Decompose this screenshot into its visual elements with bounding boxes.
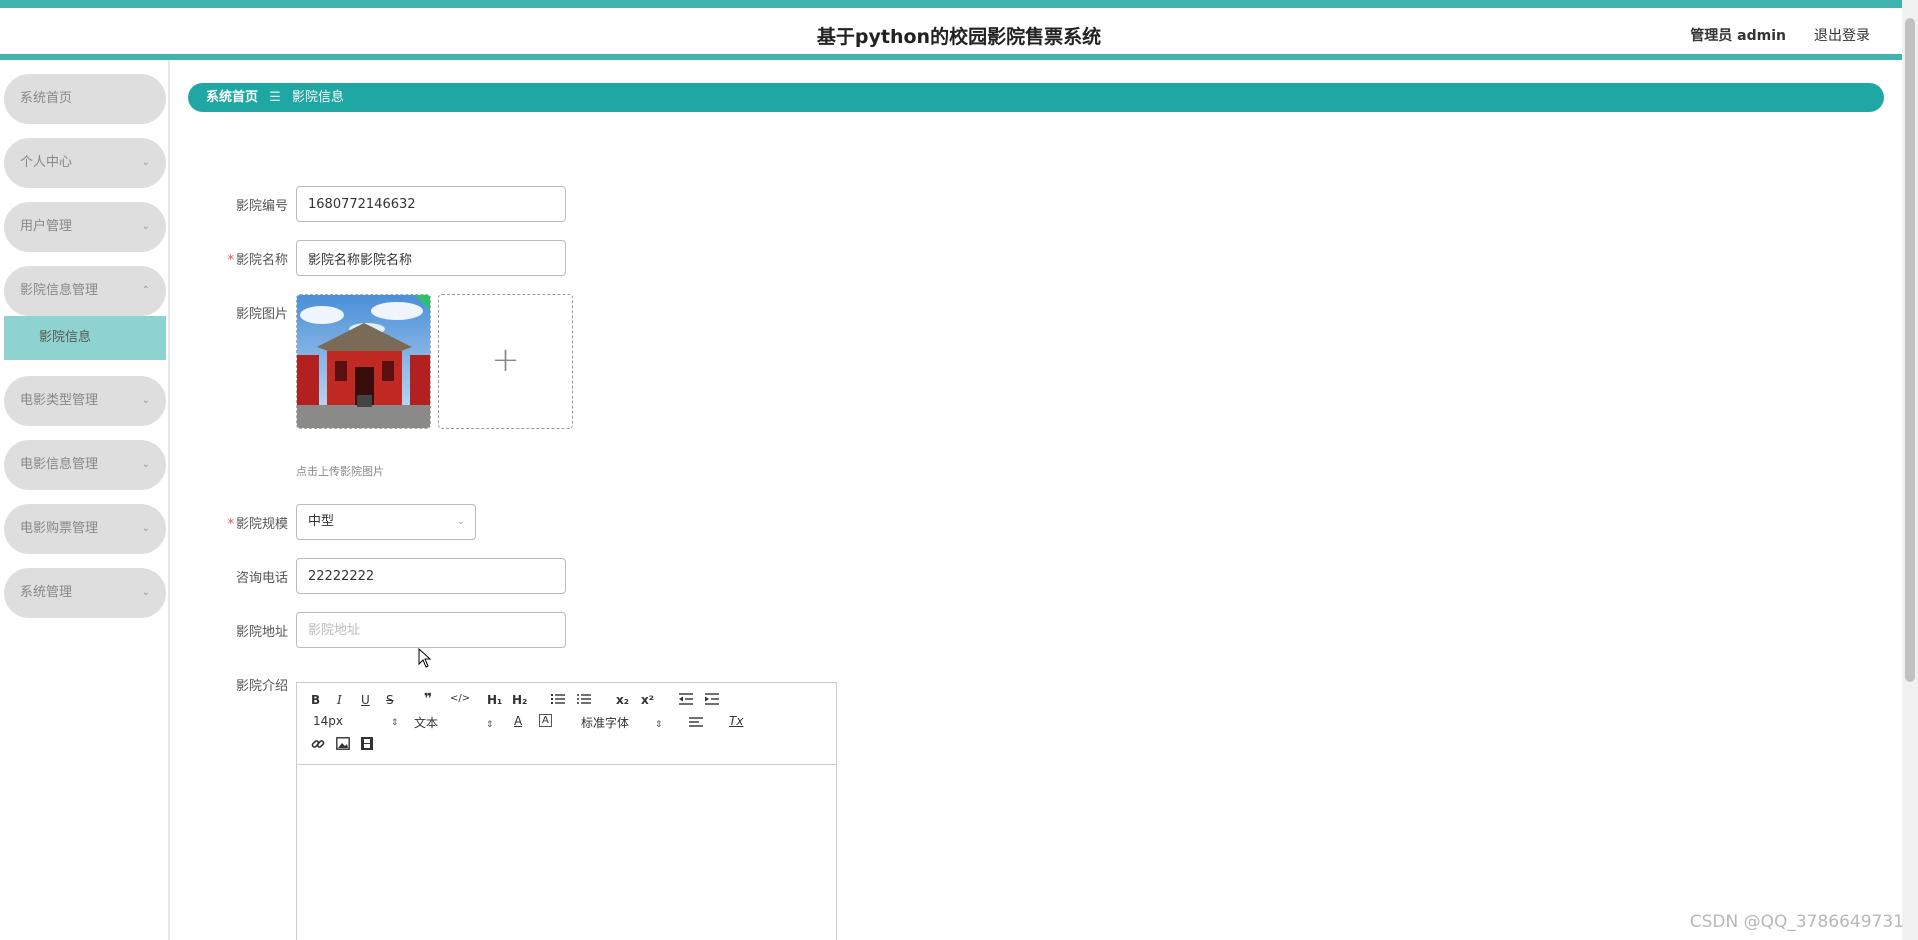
cinema-image-thumbnail[interactable] (296, 294, 431, 429)
strike-button[interactable]: S (386, 693, 394, 707)
chevron-down-icon: ⌄ (141, 523, 150, 534)
sidebar-item-user-management[interactable]: 用户管理 ⌄ (4, 202, 166, 252)
sidebar-subitem-cinema-info[interactable]: 影院信息 (4, 316, 166, 360)
chevron-down-icon: ⌄ (456, 516, 465, 527)
phone-label-text: 咨询电话 (235, 571, 288, 586)
upload-image-button[interactable]: + (438, 294, 573, 429)
italic-button[interactable]: I (337, 693, 342, 707)
sidebar-item-movie-info-management[interactable]: 电影信息管理 ⌄ (4, 440, 166, 490)
cinema-no-label-text: 影院编号 (235, 199, 288, 214)
align-icon[interactable] (689, 716, 703, 731)
blockquote-icon[interactable]: ❞ (424, 691, 432, 707)
sidebar-item-label: 系统首页 (20, 91, 73, 106)
sidebar-item-label: 系统管理 (20, 585, 73, 600)
h2-button[interactable]: H₂ (512, 693, 527, 707)
chevron-down-icon: ⌄ (141, 587, 150, 598)
sidebar-item-personal-center[interactable]: 个人中心 ⌄ (4, 138, 166, 188)
font-color-icon[interactable]: A (514, 714, 522, 728)
h1-button[interactable]: H₁ (487, 693, 502, 707)
page-scrollbar[interactable] (1902, 0, 1918, 940)
ordered-list-icon[interactable] (551, 693, 565, 708)
sidebar-item-ticket-management[interactable]: 电影购票管理 ⌄ (4, 504, 166, 554)
subscript-button[interactable]: x₂ (616, 693, 629, 707)
top-bar: 基于python的校园影院售票系统 管理员 admin 退出登录 (0, 0, 1918, 60)
bullet-list-icon[interactable] (577, 693, 591, 708)
font-size-value: 14px (313, 714, 343, 728)
upload-hint: 点击上传影院图片 (296, 465, 384, 478)
background-color-icon[interactable]: A (539, 714, 552, 727)
font-size-select[interactable]: 14px ⇕ (313, 714, 398, 728)
logout-link[interactable]: 退出登录 (1814, 25, 1870, 45)
address-input[interactable] (296, 612, 566, 648)
rich-text-editor: B I U S ❞ </> H₁ H₂ x₂ x² 14px ⇕ 文本 ⇕ A … (296, 682, 837, 940)
intro-label-text: 影院介绍 (235, 679, 288, 694)
mouse-cursor-icon (418, 648, 432, 668)
underline-button[interactable]: U (361, 693, 370, 707)
address-label-text: 影院地址 (235, 625, 288, 640)
cinema-name-label-text: 影院名称 (235, 253, 288, 268)
select-arrows-icon: ⇕ (390, 718, 399, 728)
breadcrumb-current: 影院信息 (291, 90, 344, 105)
plus-icon: + (491, 340, 520, 380)
select-arrows-icon: ⇕ (485, 720, 494, 730)
chevron-down-icon: ⌄ (141, 459, 150, 470)
phone-input[interactable] (296, 558, 566, 594)
chevron-down-icon: ⌄ (141, 221, 150, 232)
required-mark: * (227, 253, 234, 268)
sidebar-item-system-management[interactable]: 系统管理 ⌄ (4, 568, 166, 618)
cinema-scale-value: 中型 (308, 514, 335, 529)
sidebar-item-label: 电影购票管理 (20, 521, 99, 536)
cinema-name-label: * 影院名称 (188, 249, 288, 268)
header-select[interactable]: 文本 ⇕ (414, 714, 493, 731)
cinema-no-label: 影院编号 (188, 195, 288, 214)
cinema-photo-image (297, 295, 430, 428)
sidebar-item-movie-type-management[interactable]: 电影类型管理 ⌄ (4, 376, 166, 426)
address-label: 影院地址 (188, 621, 288, 640)
video-icon[interactable] (361, 737, 373, 753)
chevron-down-icon: ⌄ (141, 395, 150, 406)
cinema-image-label-text: 影院图片 (235, 307, 288, 322)
sidebar-subitem-label: 影院信息 (39, 330, 92, 345)
select-arrows-icon: ⇕ (654, 720, 663, 730)
sidebar-item-label: 电影类型管理 (20, 393, 99, 408)
breadcrumb-separator-icon: ☰ (269, 90, 281, 105)
cinema-no-input[interactable] (296, 186, 566, 222)
cinema-scale-label-text: 影院规模 (235, 517, 288, 532)
cinema-scale-label: * 影院规模 (188, 513, 288, 532)
sidebar-item-cinema-management[interactable]: 影院信息管理 ⌃ (4, 266, 166, 316)
watermark: CSDN @QQ_3786649731 (1689, 912, 1904, 932)
code-icon[interactable]: </> (450, 693, 470, 704)
cinema-name-input[interactable] (296, 240, 566, 276)
breadcrumb: 系统首页 ☰ 影院信息 (188, 83, 1884, 112)
image-icon[interactable] (336, 737, 350, 753)
font-family-select[interactable]: 标准字体 ⇕ (581, 714, 662, 731)
header-value: 文本 (414, 716, 439, 730)
bold-button[interactable]: B (311, 693, 320, 707)
editor-toolbar: B I U S ❞ </> H₁ H₂ x₂ x² 14px ⇕ 文本 ⇕ A … (297, 683, 836, 765)
sidebar-item-label: 影院信息管理 (20, 283, 99, 298)
sidebar-item-label: 个人中心 (20, 155, 73, 170)
clean-format-icon[interactable]: Tx (729, 714, 743, 728)
breadcrumb-home[interactable]: 系统首页 (206, 90, 258, 105)
cinema-image-label: 影院图片 (188, 303, 288, 322)
required-mark: * (227, 517, 234, 532)
sidebar-item-home[interactable]: 系统首页 (4, 74, 166, 124)
outdent-icon[interactable] (679, 693, 693, 708)
editor-content-area[interactable] (297, 765, 836, 940)
cinema-scale-select[interactable]: 中型 ⌄ (296, 504, 476, 540)
current-user: 管理员 admin (1690, 28, 1786, 44)
superscript-button[interactable]: x² (641, 693, 654, 707)
chevron-down-icon: ⌄ (141, 157, 150, 168)
phone-label: 咨询电话 (188, 567, 288, 586)
sidebar-item-label: 电影信息管理 (20, 457, 99, 472)
indent-icon[interactable] (705, 693, 719, 708)
link-icon[interactable] (311, 737, 325, 754)
font-family-value: 标准字体 (581, 716, 630, 730)
chevron-up-icon: ⌃ (141, 285, 150, 296)
sidebar: 系统首页 个人中心 ⌄ 用户管理 ⌄ 影院信息管理 ⌃ 影院信息 电影类型管理 … (0, 60, 170, 940)
scrollbar-thumb[interactable] (1905, 18, 1915, 682)
sidebar-item-label: 用户管理 (20, 219, 73, 234)
app-title: 基于python的校园影院售票系统 (816, 26, 1102, 48)
intro-label: 影院介绍 (188, 675, 288, 694)
